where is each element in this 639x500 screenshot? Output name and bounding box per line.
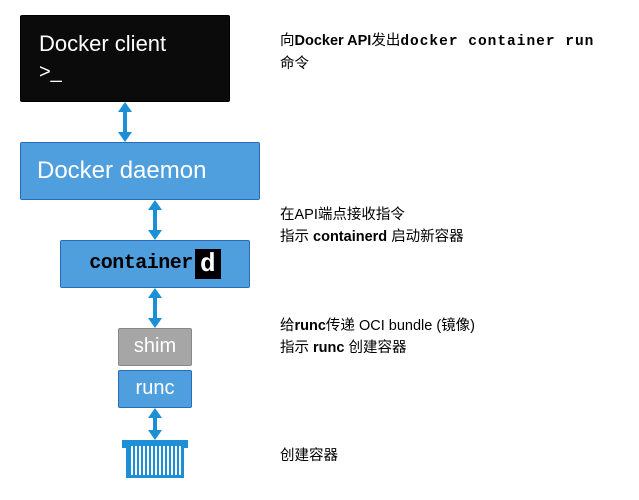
runc-description: 创建容器 [280, 445, 639, 467]
containerd-text: container [89, 252, 193, 275]
docker-daemon-title: Docker daemon [37, 157, 206, 184]
double-arrow-icon [148, 288, 162, 328]
daemon-description: 在API端点接收指令 指示 containerd 启动新容器 [280, 204, 639, 249]
docker-daemon-box: Docker daemon [20, 142, 260, 200]
arrow-client-daemon [20, 102, 230, 142]
terminal-prompt-icon: >_ [39, 59, 211, 85]
shim-label: shim [134, 335, 176, 358]
double-arrow-icon [118, 102, 132, 142]
docker-client-box: Docker client >_ [20, 15, 230, 102]
containerd-box: containerd [60, 240, 250, 288]
double-arrow-icon [148, 200, 162, 240]
shim-box: shim [118, 328, 192, 366]
container-icon [118, 440, 192, 478]
docker-client-title: Docker client [39, 30, 211, 59]
double-arrow-icon [148, 408, 162, 440]
description-column: 向Docker API发出docker container run 命令 在AP… [280, 15, 639, 467]
arrow-runc-container [118, 408, 192, 440]
arrow-daemon-containerd [60, 200, 250, 240]
arrow-containerd-shim [118, 288, 192, 328]
runc-label: runc [136, 377, 175, 400]
runc-box: runc [118, 370, 192, 408]
diagram-column: Docker client >_ Docker daemon container… [20, 15, 260, 478]
containerd-description: 给runc传递 OCI bundle (镜像) 指示 runc 创建容器 [280, 315, 639, 360]
client-description: 向Docker API发出docker container run 命令 [280, 30, 639, 76]
containerd-badge-icon: d [195, 249, 221, 279]
